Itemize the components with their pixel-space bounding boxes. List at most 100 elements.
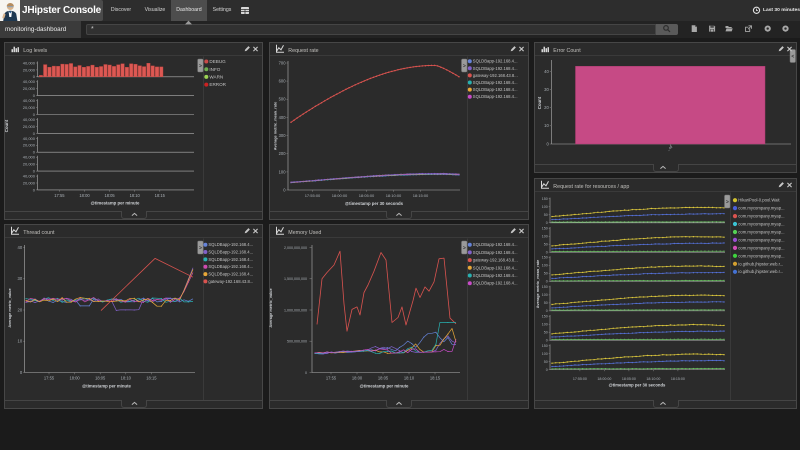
svg-text:150: 150 [542, 344, 548, 348]
svg-text:18:00:00: 18:00:00 [597, 377, 611, 381]
svg-text:Request rate: Request rate [288, 48, 318, 54]
svg-text:DEBUG: DEBUG [209, 59, 226, 64]
svg-text:SQLDBapp-192.168.4...: SQLDBapp-192.168.4... [473, 59, 518, 64]
svg-text:100: 100 [542, 205, 548, 209]
svg-text:com.mycompany.myap...: com.mycompany.myap... [738, 222, 784, 227]
svg-text:18:05: 18:05 [95, 376, 106, 381]
svg-text:40,000: 40,000 [23, 136, 36, 141]
svg-text:SQLDBapp-192.168.4...: SQLDBapp-192.168.4... [208, 242, 253, 247]
svg-text:40,000: 40,000 [23, 98, 36, 103]
svg-text:_all: _all [665, 145, 673, 152]
svg-text:Log levels: Log levels [23, 48, 47, 54]
svg-text:@timestamp per minute: @timestamp per minute [360, 384, 409, 389]
svg-text:SQLDBapp-192.168.4...: SQLDBapp-192.168.4... [208, 250, 253, 255]
svg-text:0: 0 [546, 338, 548, 342]
svg-text:SQLDBapp-192.168.4...: SQLDBapp-192.168.4... [473, 94, 518, 99]
svg-text:>: > [726, 199, 729, 205]
svg-text:Count: Count [537, 96, 542, 109]
svg-text:gateway-192.168.43.8...: gateway-192.168.43.8... [473, 73, 518, 78]
svg-text:40,000: 40,000 [23, 155, 36, 160]
svg-text:18:15: 18:15 [430, 376, 441, 381]
svg-text:150: 150 [542, 256, 548, 260]
svg-text:Request rate for resources / a: Request rate for resources / app [553, 184, 629, 190]
svg-text:SQLDBapp-192.168.4...: SQLDBapp-192.168.4... [473, 87, 518, 92]
svg-text:40,000: 40,000 [23, 79, 36, 84]
svg-text:SQLDBapp-192.168.4...: SQLDBapp-192.168.4... [473, 250, 518, 255]
svg-text:Error Count: Error Count [553, 48, 581, 54]
svg-text:SQLDBapp-192.168.4...: SQLDBapp-192.168.4... [208, 257, 253, 262]
svg-text:WARN: WARN [209, 75, 223, 80]
svg-text:18:05: 18:05 [378, 376, 389, 381]
svg-text:700: 700 [279, 60, 287, 65]
svg-text:0: 0 [305, 371, 307, 375]
svg-text:@timestamp per 30 seconds: @timestamp per 30 seconds [345, 201, 404, 206]
svg-text:0: 0 [33, 187, 36, 192]
svg-text:0: 0 [546, 309, 548, 313]
svg-text:SQLDBapp-192.168.4...: SQLDBapp-192.168.4... [208, 272, 253, 277]
svg-text:1,500,000,000: 1,500,000,000 [284, 277, 307, 281]
svg-text:@timestamp per minute: @timestamp per minute [91, 201, 140, 206]
svg-text:2,000,000,000: 2,000,000,000 [284, 246, 307, 250]
svg-text:com.mycompany.myap...: com.mycompany.myap... [738, 253, 784, 258]
svg-text:50: 50 [544, 330, 548, 334]
svg-text:20,000: 20,000 [23, 105, 36, 110]
svg-text:17:55: 17:55 [54, 193, 65, 198]
svg-text:HikariPool-0.pool.Wait: HikariPool-0.pool.Wait [738, 198, 780, 203]
svg-text:18:05: 18:05 [104, 193, 115, 198]
svg-text:40: 40 [18, 245, 23, 250]
svg-text:17:55: 17:55 [326, 376, 337, 381]
svg-text:20,000: 20,000 [23, 162, 36, 167]
svg-text:20,000: 20,000 [23, 180, 36, 185]
svg-text:400: 400 [279, 115, 287, 120]
svg-text:0: 0 [283, 187, 286, 192]
svg-text:100: 100 [542, 264, 548, 268]
svg-text:50: 50 [544, 242, 548, 246]
svg-text:10: 10 [18, 339, 23, 344]
svg-text:20,000: 20,000 [23, 143, 36, 148]
svg-text:50: 50 [544, 360, 548, 364]
svg-text:>: > [199, 63, 202, 69]
svg-text:18:10:00: 18:10:00 [646, 377, 660, 381]
svg-text:40,000: 40,000 [23, 174, 36, 179]
svg-text:com.mycompany.myap...: com.mycompany.myap... [738, 237, 784, 242]
svg-text:17:55:00: 17:55:00 [305, 193, 321, 198]
svg-text:0: 0 [546, 280, 548, 284]
svg-text:50: 50 [544, 213, 548, 217]
svg-text:100: 100 [279, 169, 287, 174]
svg-text:Thread count: Thread count [23, 230, 55, 236]
svg-text:SQLDBapp-192.168.4...: SQLDBapp-192.168.4... [473, 281, 518, 286]
svg-text:300: 300 [279, 133, 287, 138]
svg-text:Average metric_value: Average metric_value [8, 288, 12, 327]
svg-text:20,000: 20,000 [23, 86, 36, 91]
svg-text:18:05:00: 18:05:00 [622, 377, 636, 381]
svg-text:0: 0 [546, 368, 548, 372]
svg-text:18:10:00: 18:10:00 [386, 193, 402, 198]
svg-text:SQLDBapp-192.168.4...: SQLDBapp-192.168.4... [473, 242, 518, 247]
svg-text:0: 0 [546, 141, 549, 146]
svg-text:Memory Used: Memory Used [288, 230, 321, 236]
svg-text:SQLDBapp-192.168.4...: SQLDBapp-192.168.4... [473, 273, 518, 278]
svg-text:18:10: 18:10 [121, 376, 132, 381]
svg-text:18:05:00: 18:05:00 [359, 193, 375, 198]
svg-text:SQLDBapp-192.168.4...: SQLDBapp-192.168.4... [208, 264, 253, 269]
svg-text:18:15: 18:15 [155, 193, 166, 198]
svg-text:20: 20 [18, 307, 23, 312]
svg-text:com.mycompany.myap...: com.mycompany.myap... [738, 230, 784, 235]
svg-text:500,000,000: 500,000,000 [287, 340, 307, 344]
svg-text:30: 30 [544, 87, 549, 92]
svg-text:com.mycompany.myap...: com.mycompany.myap... [738, 206, 784, 211]
svg-text:@timestamp per minute: @timestamp per minute [82, 384, 131, 389]
svg-text:18:10: 18:10 [130, 193, 141, 198]
svg-text:20,000: 20,000 [23, 124, 36, 129]
svg-text:40,000: 40,000 [23, 60, 36, 65]
svg-text:100: 100 [542, 293, 548, 297]
svg-text:Average metric_mean_rate: Average metric_mean_rate [536, 260, 540, 308]
svg-text:17:55: 17:55 [44, 376, 55, 381]
svg-text:20: 20 [544, 105, 549, 110]
svg-text:Average metric_mean_rate: Average metric_mean_rate [274, 102, 278, 150]
svg-text:30: 30 [18, 276, 23, 281]
svg-text:>: > [199, 245, 202, 251]
svg-text:com.mycompany.myap...: com.mycompany.myap... [738, 214, 784, 219]
svg-text:0: 0 [546, 250, 548, 254]
svg-text:20,000: 20,000 [23, 67, 36, 72]
